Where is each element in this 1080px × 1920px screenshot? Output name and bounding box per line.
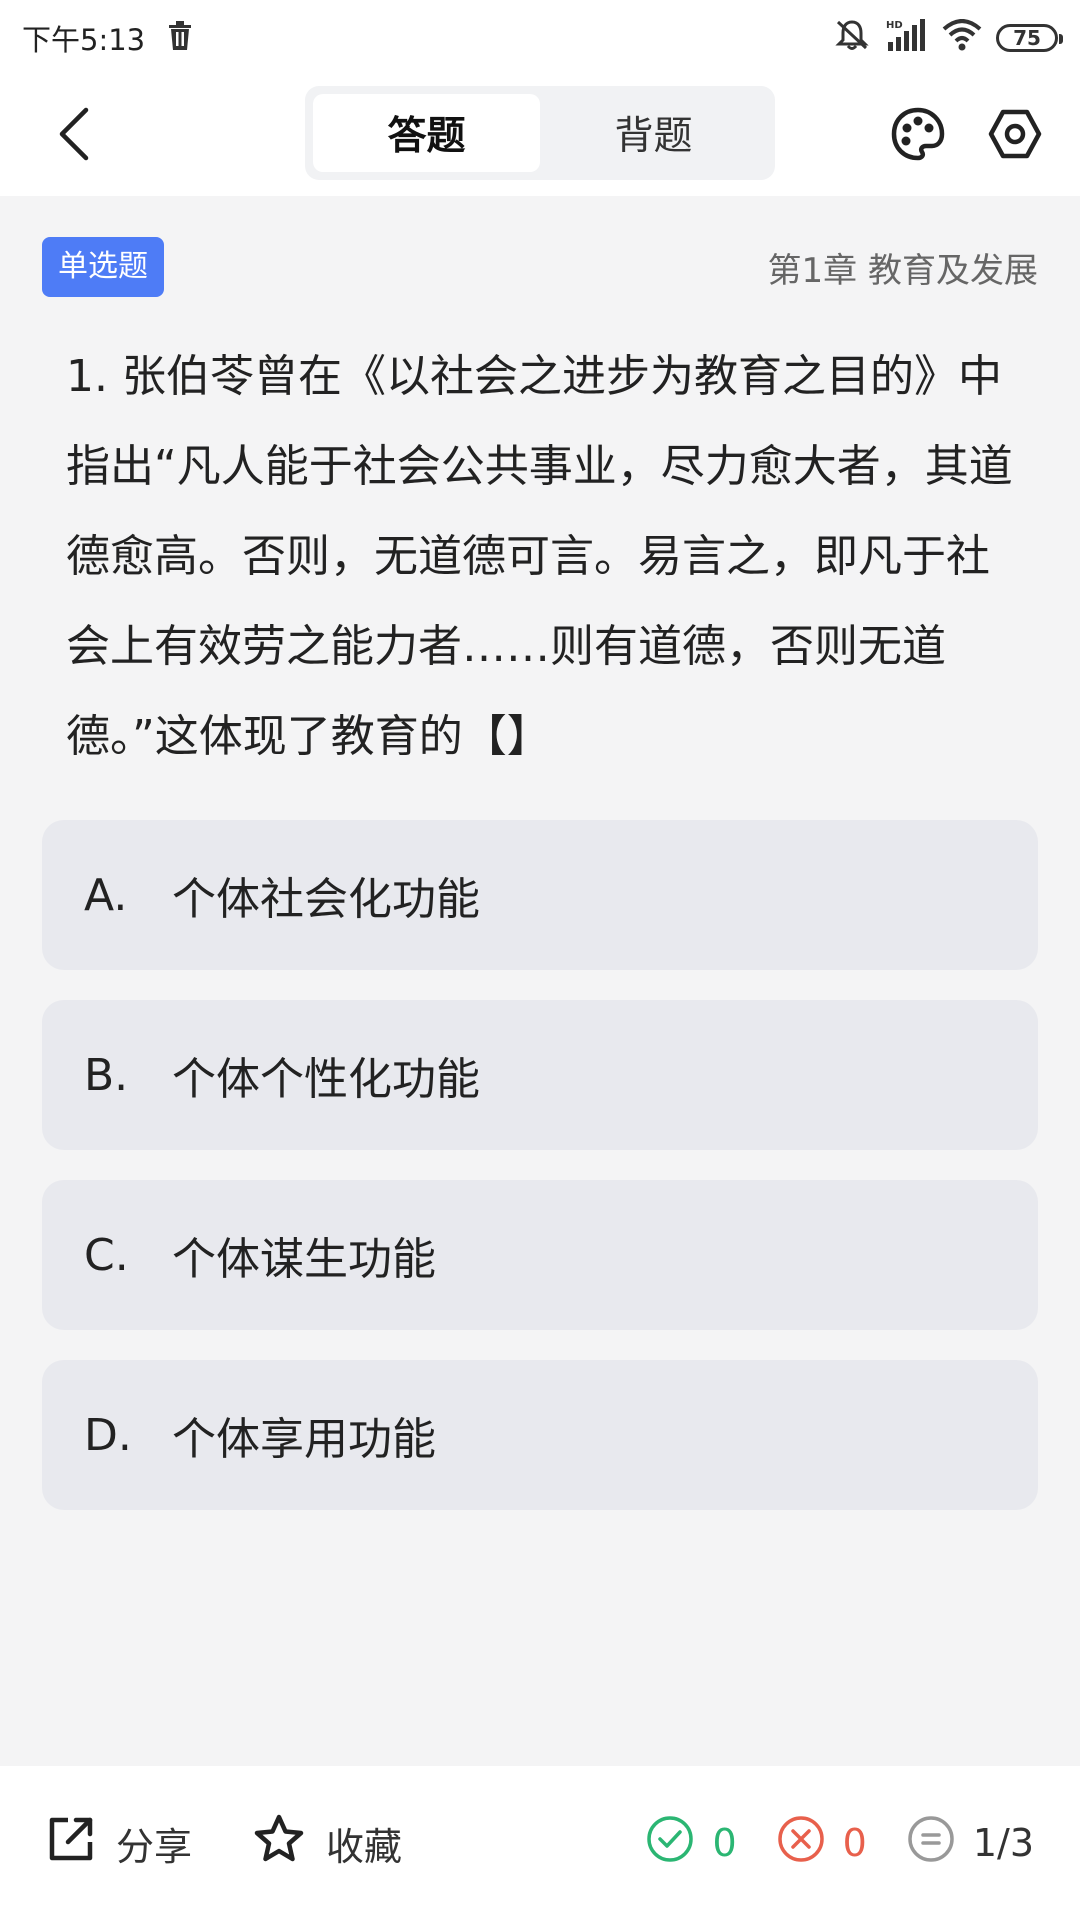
correct-count: 0 <box>712 1821 737 1865</box>
option-text: 个体个性化功能 <box>172 1054 480 1105</box>
question-content: 单选题 第1章 教育及发展 1. 张伯苓曾在《以社会之进步为教育之目的》中指出“… <box>0 196 1080 1766</box>
settings-hexagon-icon <box>987 106 1043 166</box>
list-circle-icon <box>907 1815 955 1872</box>
trash-icon <box>167 19 193 58</box>
x-circle-icon <box>777 1815 825 1872</box>
status-bar: 下午5:13 HD 75 <box>0 0 1080 76</box>
signal-icon: HD <box>884 18 928 59</box>
options-list: A. 个体社会化功能 B. 个体个性化功能 C. 个体谋生功能 D. 个体享用功… <box>42 820 1038 1540</box>
favorite-button[interactable]: 收藏 <box>252 1813 402 1874</box>
option-letter: A. <box>84 869 128 921</box>
option-a[interactable]: A. 个体社会化功能 <box>42 820 1038 970</box>
question-type-badge: 单选题 <box>42 237 164 297</box>
share-icon <box>46 1814 96 1873</box>
option-c[interactable]: C. 个体谋生功能 <box>42 1180 1038 1330</box>
back-button[interactable] <box>38 100 110 172</box>
tab-answer[interactable]: 答题 <box>313 94 540 172</box>
progress-indicator: 1/3 <box>972 1821 1034 1865</box>
mode-segmented-control: 答题 背题 <box>305 86 775 180</box>
favorite-label: 收藏 <box>326 1824 403 1869</box>
check-circle-icon <box>646 1815 694 1872</box>
star-icon <box>252 1813 306 1874</box>
option-letter: D. <box>84 1409 132 1461</box>
app-bar: 答题 背题 <box>0 76 1080 196</box>
option-b[interactable]: B. 个体个性化功能 <box>42 1000 1038 1150</box>
wrong-counter[interactable]: 0 <box>777 1815 867 1872</box>
option-letter: B. <box>84 1049 129 1101</box>
correct-counter[interactable]: 0 <box>646 1815 737 1872</box>
question-text: 1. 张伯苓曾在《以社会之进步为教育之目的》中指出“凡人能于社会公共事业，尽力愈… <box>66 351 1013 762</box>
wrong-count: 0 <box>842 1821 867 1865</box>
tab-recite[interactable]: 背题 <box>540 94 767 172</box>
chevron-left-icon <box>54 106 94 166</box>
option-text: 个体社会化功能 <box>172 874 480 925</box>
option-text: 个体谋生功能 <box>172 1234 436 1285</box>
palette-icon <box>890 106 946 166</box>
mute-bell-icon <box>834 18 870 59</box>
question-meta: 单选题 第1章 教育及发展 <box>42 237 1038 297</box>
option-letter: C. <box>84 1229 129 1281</box>
option-text: 个体享用功能 <box>172 1414 436 1465</box>
status-time: 下午5:13 <box>22 23 146 57</box>
bottom-bar: 分享 收藏 0 0 1/3 <box>0 1766 1080 1920</box>
battery-indicator: 75 <box>996 24 1063 52</box>
progress-button[interactable]: 1/3 <box>907 1815 1034 1872</box>
svg-text:HD: HD <box>886 20 903 31</box>
theme-button[interactable] <box>880 98 956 174</box>
chapter-label: 第1章 教育及发展 <box>767 250 1038 291</box>
share-label: 分享 <box>116 1824 193 1869</box>
option-d[interactable]: D. 个体享用功能 <box>42 1360 1038 1510</box>
share-button[interactable]: 分享 <box>46 1813 192 1874</box>
settings-button[interactable] <box>977 98 1053 174</box>
wifi-icon <box>942 18 982 58</box>
